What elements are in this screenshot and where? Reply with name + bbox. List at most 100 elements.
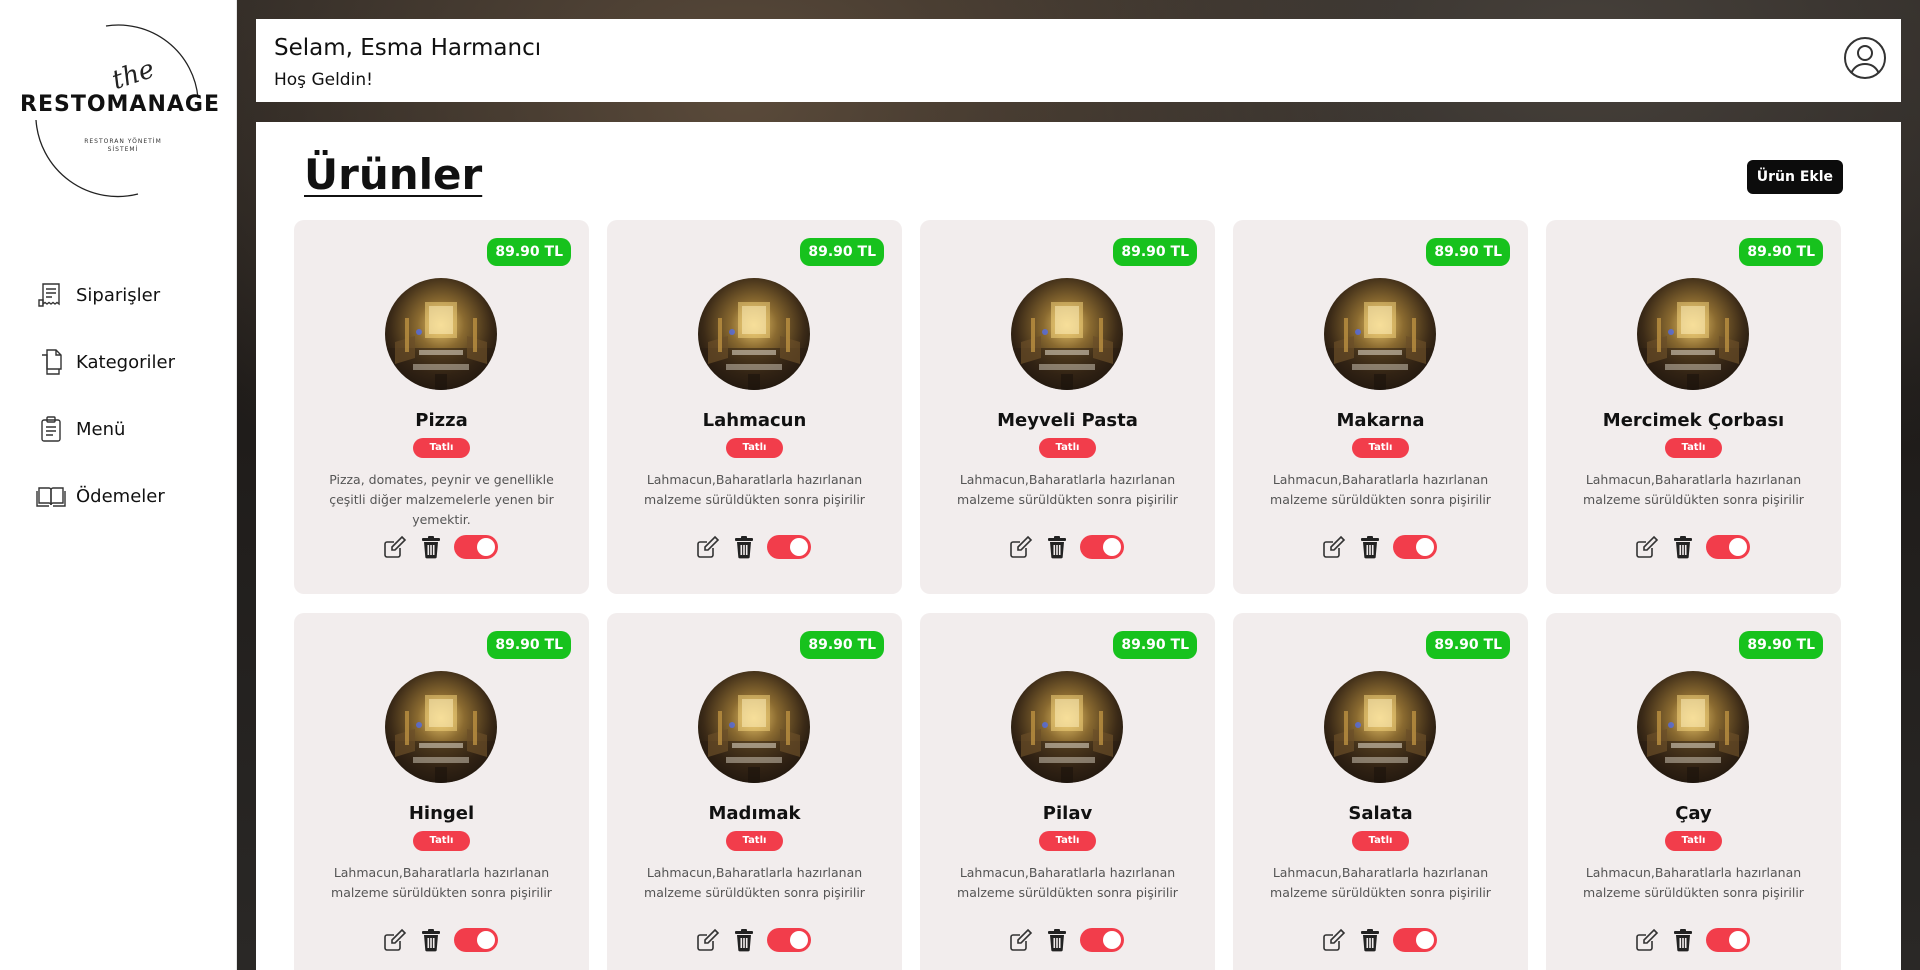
product-actions	[695, 534, 811, 560]
trash-icon[interactable]	[731, 534, 757, 560]
sidebar-nav: Siparişler Kategoriler Menü Ödemeler	[36, 280, 175, 548]
page-title: Ürünler	[304, 150, 483, 199]
product-image	[385, 671, 497, 783]
product-name: Makarna	[1336, 410, 1425, 431]
category-badge: Tatlı	[726, 831, 783, 851]
edit-icon[interactable]	[1634, 927, 1660, 953]
trash-icon[interactable]	[1357, 534, 1383, 560]
product-description: Lahmacun,Baharatlarla hazırlanan malzeme…	[1270, 865, 1491, 900]
active-toggle[interactable]	[767, 535, 811, 559]
product-image	[1637, 671, 1749, 783]
trash-icon[interactable]	[418, 927, 444, 953]
sidebar-item-categories[interactable]: Kategoriler	[36, 347, 175, 377]
category-badge: Tatlı	[1039, 831, 1096, 851]
product-description: Lahmacun,Baharatlarla hazırlanan malzeme…	[957, 865, 1178, 900]
sidebar-item-label: Ödemeler	[76, 485, 165, 507]
sidebar-item-payments[interactable]: Ödemeler	[36, 481, 175, 511]
product-grid: 89.90 TL Pizza Tatlı Pizza, domates, pey…	[294, 220, 1841, 970]
product-actions	[1321, 927, 1437, 953]
product-image	[1011, 278, 1123, 390]
price-badge: 89.90 TL	[800, 238, 884, 266]
active-toggle[interactable]	[454, 928, 498, 952]
top-header: Selam, Esma Harmancı Hoş Geldin!	[256, 19, 1901, 102]
product-name: Çay	[1675, 803, 1712, 824]
product-actions	[1634, 927, 1750, 953]
category-badge: Tatlı	[1352, 831, 1409, 851]
edit-icon[interactable]	[382, 534, 408, 560]
product-description: Lahmacun,Baharatlarla hazırlanan malzeme…	[644, 865, 865, 900]
edit-icon[interactable]	[382, 927, 408, 953]
edit-icon[interactable]	[1008, 927, 1034, 953]
logo-wordmark: RESTOMANAGE	[20, 92, 220, 117]
product-actions	[695, 927, 811, 953]
add-product-button[interactable]: Ürün Ekle	[1746, 160, 1843, 194]
edit-icon[interactable]	[695, 927, 721, 953]
edit-icon[interactable]	[1321, 534, 1347, 560]
product-name: Madımak	[708, 803, 801, 824]
product-actions	[382, 927, 498, 953]
active-toggle[interactable]	[454, 535, 498, 559]
product-card: 89.90 TL	[294, 613, 589, 970]
product-image	[1324, 671, 1436, 783]
active-toggle[interactable]	[1393, 535, 1437, 559]
welcome-text: Hoş Geldin!	[274, 70, 373, 90]
active-toggle[interactable]	[1706, 535, 1750, 559]
product-card: 89.90 TL	[1546, 613, 1841, 970]
product-actions	[382, 534, 498, 560]
product-card: 89.90 TL	[607, 220, 902, 594]
trash-icon[interactable]	[1670, 534, 1696, 560]
orders-receipt-icon	[38, 283, 60, 307]
product-name: Meyveli Pasta	[997, 410, 1138, 431]
price-badge: 89.90 TL	[487, 631, 571, 659]
product-image	[698, 671, 810, 783]
trash-icon[interactable]	[1357, 927, 1383, 953]
sidebar-item-label: Menü	[76, 418, 126, 440]
edit-icon[interactable]	[695, 534, 721, 560]
price-badge: 89.90 TL	[487, 238, 571, 266]
category-badge: Tatlı	[1665, 438, 1722, 458]
price-badge: 89.90 TL	[1426, 238, 1510, 266]
trash-icon[interactable]	[418, 534, 444, 560]
product-description: Lahmacun,Baharatlarla hazırlanan malzeme…	[957, 472, 1178, 507]
category-badge: Tatlı	[726, 438, 783, 458]
product-name: Mercimek Çorbası	[1602, 410, 1785, 431]
category-badge: Tatlı	[413, 438, 470, 458]
active-toggle[interactable]	[1706, 928, 1750, 952]
active-toggle[interactable]	[1080, 535, 1124, 559]
price-badge: 89.90 TL	[1113, 238, 1197, 266]
user-circle-icon[interactable]	[1843, 36, 1887, 80]
trash-icon[interactable]	[731, 927, 757, 953]
sidebar-item-menu[interactable]: Menü	[36, 414, 175, 444]
product-name: Pizza	[415, 410, 468, 431]
trash-icon[interactable]	[1044, 927, 1070, 953]
product-description: Lahmacun,Baharatlarla hazırlanan malzeme…	[644, 472, 865, 507]
active-toggle[interactable]	[1393, 928, 1437, 952]
sidebar-item-label: Siparişler	[76, 284, 161, 306]
edit-icon[interactable]	[1634, 534, 1660, 560]
product-card: 89.90 TL	[920, 220, 1215, 594]
sidebar: the RESTOMANAGE RESTORAN YÖNETİM SİSTEMİ…	[0, 0, 237, 970]
product-image	[1011, 671, 1123, 783]
menu-clipboard-icon	[41, 416, 61, 442]
product-card: 89.90 TL	[607, 613, 902, 970]
products-scroll-area[interactable]: 89.90 TL Pizza Tatlı Pizza, domates, pey…	[294, 220, 1880, 970]
edit-icon[interactable]	[1321, 927, 1347, 953]
category-badge: Tatlı	[413, 831, 470, 851]
product-image	[1324, 278, 1436, 390]
product-image	[385, 278, 497, 390]
edit-icon[interactable]	[1008, 534, 1034, 560]
product-actions	[1321, 534, 1437, 560]
product-actions	[1008, 927, 1124, 953]
active-toggle[interactable]	[1080, 928, 1124, 952]
trash-icon[interactable]	[1670, 927, 1696, 953]
product-image	[698, 278, 810, 390]
trash-icon[interactable]	[1044, 534, 1070, 560]
category-badge: Tatlı	[1039, 438, 1096, 458]
sidebar-item-label: Kategoriler	[76, 351, 175, 373]
sidebar-item-orders[interactable]: Siparişler	[36, 280, 175, 310]
product-description: Lahmacun,Baharatlarla hazırlanan malzeme…	[331, 865, 552, 900]
restomanage-logo[interactable]: the RESTOMANAGE RESTORAN YÖNETİM SİSTEMİ	[20, 22, 220, 198]
price-badge: 89.90 TL	[1426, 631, 1510, 659]
active-toggle[interactable]	[767, 928, 811, 952]
price-badge: 89.90 TL	[800, 631, 884, 659]
